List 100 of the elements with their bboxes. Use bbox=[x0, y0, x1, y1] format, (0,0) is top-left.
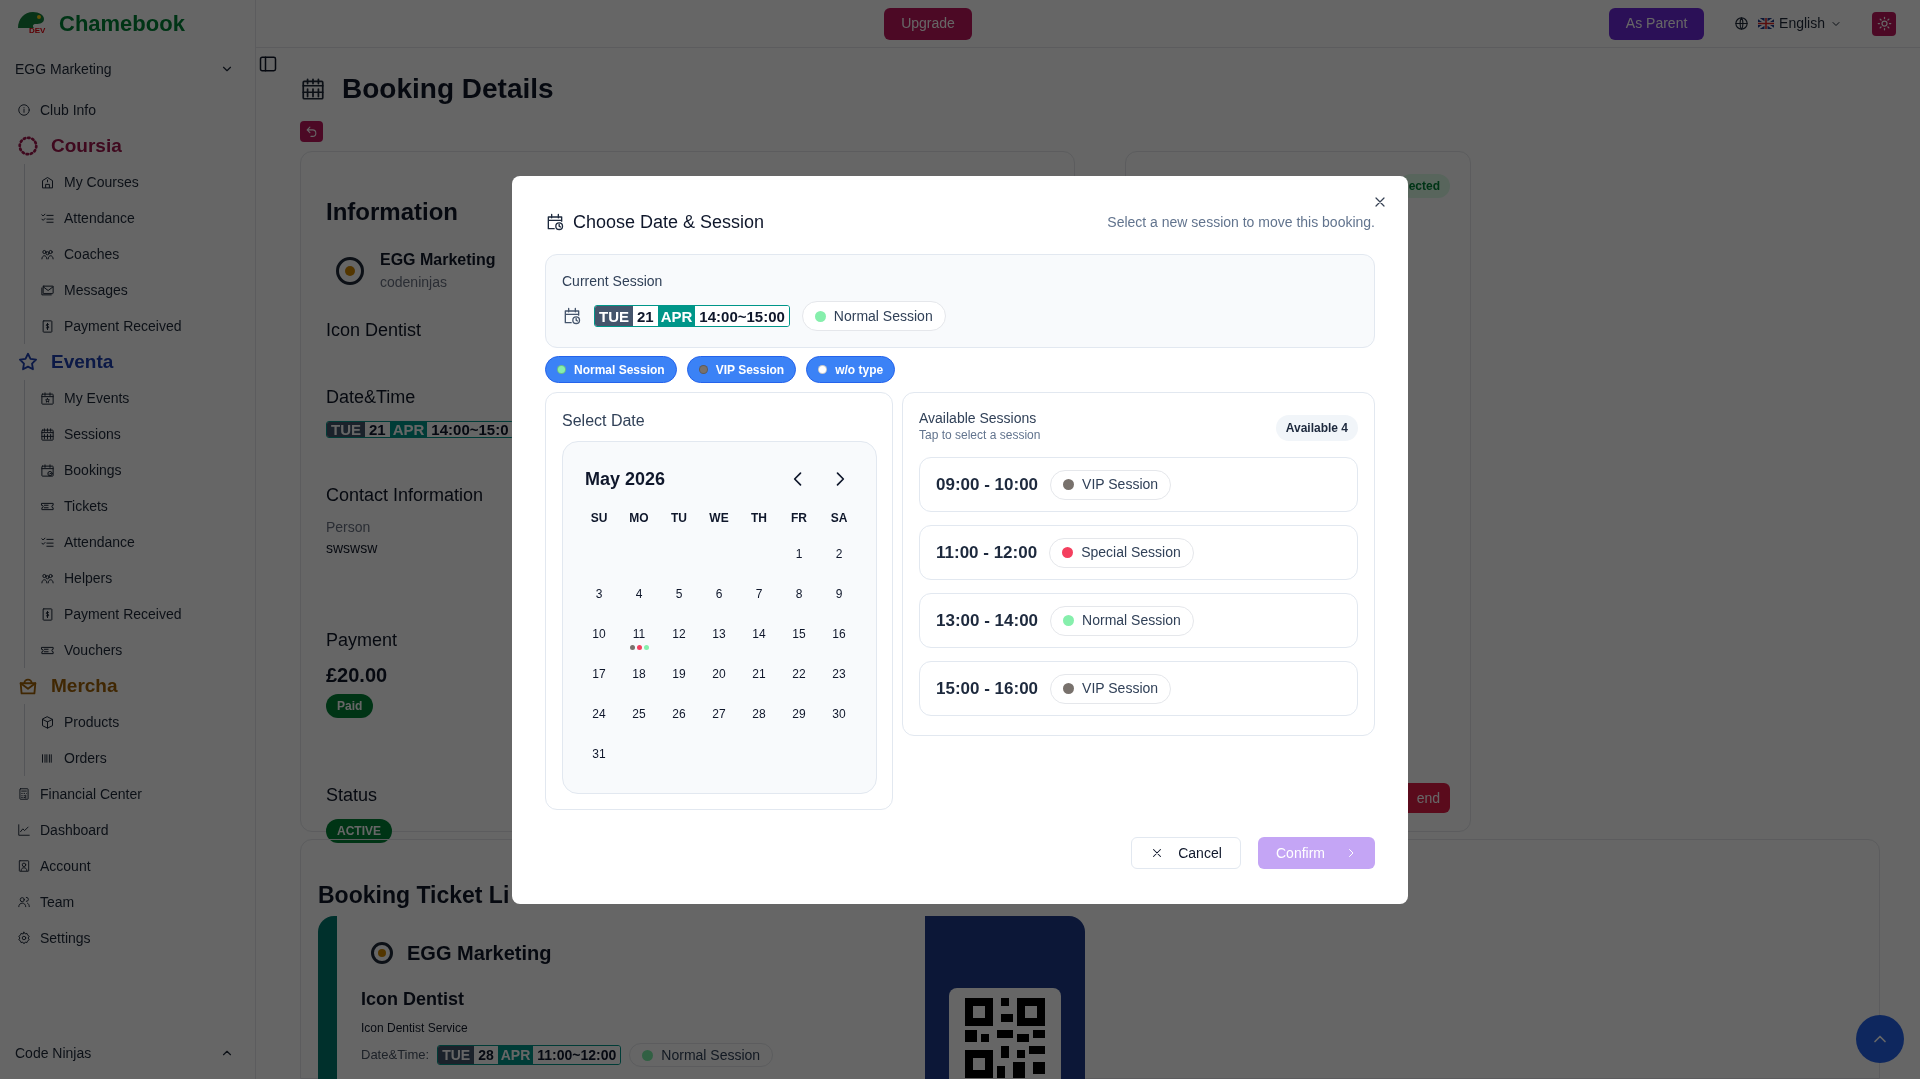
calendar-day[interactable]: 27 bbox=[705, 702, 733, 726]
calendar-day[interactable]: 31 bbox=[585, 742, 613, 766]
back-button[interactable] bbox=[300, 121, 323, 142]
panel-label: Current Session bbox=[562, 272, 664, 291]
calendar-day[interactable]: 26 bbox=[665, 702, 693, 726]
globe-icon bbox=[1734, 16, 1750, 31]
weekday-label: TH bbox=[751, 510, 767, 527]
calendar-clock-icon bbox=[562, 306, 582, 326]
dollar-icon bbox=[40, 318, 55, 334]
calendar-day[interactable]: 7 bbox=[745, 582, 773, 606]
session-filter[interactable]: VIP Session bbox=[686, 356, 797, 383]
calendar-day[interactable]: 20 bbox=[705, 662, 733, 686]
session-type-tag: Normal Session bbox=[629, 1043, 774, 1067]
calendar-day[interactable]: 17 bbox=[585, 662, 613, 686]
star-icon bbox=[17, 351, 39, 373]
calendar-day[interactable]: 25 bbox=[625, 702, 653, 726]
session-filter[interactable]: w/o type bbox=[806, 356, 896, 383]
calendar-grid-icon bbox=[40, 426, 55, 442]
calendar-day[interactable]: 2 bbox=[825, 542, 853, 566]
calendar-check-icon bbox=[40, 462, 55, 478]
theme-toggle[interactable] bbox=[1872, 11, 1896, 36]
payment-amount: £20.00 bbox=[326, 663, 388, 688]
calendar-day[interactable]: 18 bbox=[625, 662, 653, 686]
cancel-button[interactable]: Cancel bbox=[1131, 837, 1241, 869]
calendar-day[interactable]: 1 bbox=[785, 542, 813, 566]
calendar-day[interactable]: 23 bbox=[825, 662, 853, 686]
field-label: Payment bbox=[326, 629, 398, 652]
calculator-icon bbox=[17, 787, 31, 801]
scroll-top-button[interactable] bbox=[1856, 1015, 1904, 1063]
session-time: 15:00 - 16:00 bbox=[936, 677, 1039, 700]
section-heading: Booking Ticket Li bbox=[318, 881, 511, 910]
weekday-label: WE bbox=[709, 510, 729, 527]
session-option[interactable]: 15:00 - 16:00 VIP Session bbox=[919, 661, 1358, 716]
panel-label: Available Sessions bbox=[919, 409, 1038, 427]
session-option[interactable]: 11:00 - 12:00 Special Session bbox=[919, 525, 1358, 580]
session-time: 11:00 - 12:00 bbox=[936, 541, 1038, 564]
calendar-day[interactable]: 21 bbox=[745, 662, 773, 686]
calendar-grid-icon bbox=[300, 76, 326, 102]
calendar-day[interactable]: 30 bbox=[825, 702, 853, 726]
time-label: 14:00~15:00 bbox=[695, 306, 789, 326]
club-name: EGG Marketing bbox=[407, 941, 552, 966]
session-filter[interactable]: Normal Session bbox=[545, 356, 677, 383]
calendar-day[interactable]: 29 bbox=[785, 702, 813, 726]
calendar-day[interactable]: 6 bbox=[705, 582, 733, 606]
section-title: Coursia bbox=[51, 133, 122, 158]
field-label: Status bbox=[326, 784, 378, 807]
calendar-day[interactable]: 15 bbox=[785, 622, 813, 646]
session-option[interactable]: 13:00 - 14:00 Normal Session bbox=[919, 593, 1358, 648]
day-label: 21 bbox=[633, 306, 658, 326]
month-label: APR bbox=[657, 306, 696, 326]
club-logo bbox=[336, 256, 364, 285]
calendar-day[interactable]: 8 bbox=[785, 582, 813, 606]
session-type-tag: Normal Session bbox=[801, 301, 946, 331]
calendar-day[interactable]: 16 bbox=[825, 622, 853, 646]
club-name: EGG Marketing bbox=[380, 250, 496, 270]
calendar-day[interactable]: 3 bbox=[585, 582, 613, 606]
qr-code-icon bbox=[949, 988, 1061, 1079]
calendar-day[interactable]: 19 bbox=[665, 662, 693, 686]
session-type-tag: Normal Session bbox=[1050, 605, 1194, 636]
calendar-day[interactable]: 14 bbox=[745, 622, 773, 646]
session-type-tag: VIP Session bbox=[1050, 469, 1172, 500]
weekday-label: TUE bbox=[438, 1046, 475, 1064]
section-heading: Information bbox=[326, 197, 458, 227]
sun-icon bbox=[1876, 16, 1892, 31]
info-icon bbox=[17, 103, 31, 117]
panel-subtitle: Tap to select a session bbox=[919, 427, 1041, 443]
weekday-label: FR bbox=[791, 510, 807, 527]
count-badge: Available 4 bbox=[1275, 415, 1358, 441]
session-option[interactable]: 09:00 - 10:00 VIP Session bbox=[919, 457, 1358, 512]
calendar-day[interactable]: 24 bbox=[585, 702, 613, 726]
field-label: Person bbox=[326, 518, 371, 537]
undo-icon bbox=[305, 125, 318, 138]
field-value: swswsw bbox=[326, 539, 378, 558]
weekday-label: MO bbox=[629, 510, 649, 527]
flag-icon bbox=[1758, 18, 1775, 29]
calendar-star-icon bbox=[40, 390, 55, 406]
calendar-day[interactable]: 4 bbox=[625, 582, 653, 606]
status-badge: ACTIVE bbox=[326, 819, 392, 843]
month-title: May 2026 bbox=[585, 467, 666, 491]
calendar-day[interactable]: 13 bbox=[705, 622, 733, 646]
session-type-tag: Special Session bbox=[1049, 537, 1194, 568]
calendar-day[interactable]: 10 bbox=[585, 622, 613, 646]
field-label: Date&Time: bbox=[361, 1046, 430, 1065]
session-time: 13:00 - 14:00 bbox=[936, 609, 1039, 632]
club-logo bbox=[371, 942, 393, 964]
service-detail: Icon Dentist Service bbox=[361, 1020, 468, 1037]
month-label: APR bbox=[497, 1046, 534, 1064]
dollar-icon bbox=[40, 606, 55, 622]
building-icon bbox=[40, 174, 55, 190]
field-label: Date&Time bbox=[326, 386, 416, 409]
calendar-day[interactable]: 22 bbox=[785, 662, 813, 686]
calendar-day[interactable]: 12 bbox=[665, 622, 693, 646]
calendar-day[interactable]: 28 bbox=[745, 702, 773, 726]
sidebar-toggle-icon[interactable] bbox=[258, 54, 278, 74]
calendar-day[interactable]: 11 bbox=[625, 622, 653, 646]
weekday-label: TU bbox=[671, 510, 687, 527]
calendar-day[interactable]: 5 bbox=[665, 582, 693, 606]
service-name: Icon Dentist bbox=[326, 319, 422, 342]
chart-icon bbox=[17, 823, 31, 837]
calendar-day[interactable]: 9 bbox=[825, 582, 853, 606]
